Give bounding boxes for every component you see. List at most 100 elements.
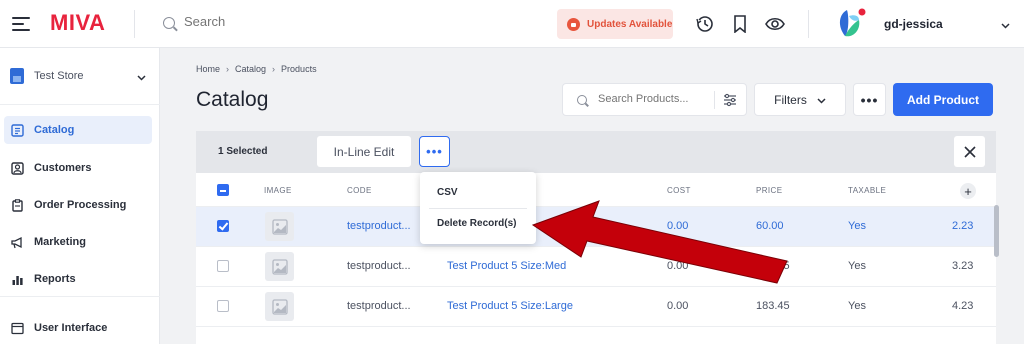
add-product-button[interactable]: Add Product [893,83,993,116]
sidebar-item-label: Catalog [34,124,75,136]
product-taxable: Yes [848,300,866,312]
sliders-icon[interactable] [723,93,737,110]
marketing-icon [11,236,22,248]
hamburger-menu-icon[interactable] [12,17,30,31]
image-placeholder-icon [265,292,294,321]
catalog-icon [11,123,24,137]
breadcrumb-catalog[interactable]: Catalog [235,64,266,74]
page-title: Catalog [196,88,269,111]
product-cost: 0.00 [667,300,689,312]
image-placeholder-icon [265,252,294,281]
menu-item-csv[interactable]: CSV [437,187,458,198]
breadcrumb-home[interactable]: Home [196,64,220,74]
product-name[interactable]: Test Product 5 Size:Med [447,260,566,272]
product-weight: 4.23 [952,300,974,312]
inline-edit-button[interactable]: In-Line Edit [317,136,411,167]
divider [0,296,160,297]
column-header-price[interactable]: PRICE [756,186,782,195]
chevron-right-icon: › [272,64,276,74]
table-header: IMAGE CODE COST PRICE TAXABLE + [196,173,996,206]
product-code[interactable]: testproduct... [347,220,411,232]
product-name[interactable]: Test Product 5 Size:Large [447,300,573,312]
store-name: Test Store [34,70,84,82]
preview-eye-icon[interactable] [765,14,785,34]
customers-icon [11,161,24,175]
lock-icon [567,17,580,31]
search-icon [577,95,587,105]
select-all-checkbox[interactable] [217,184,229,196]
table-row[interactable]: testproduct... Test Product 5 Size:Large… [196,286,996,326]
product-weight: 2.23 [952,220,974,232]
product-price: 183.45 [756,300,790,312]
product-taxable: Yes [848,220,866,232]
sidebar-item-customers[interactable]: Customers [4,154,152,182]
menu-item-delete-records[interactable]: Delete Record(s) [437,218,516,229]
product-cost: 0.00 [667,260,689,272]
search-icon [163,17,175,29]
column-header-code[interactable]: CODE [347,186,372,195]
product-code[interactable]: testproduct... [347,300,411,312]
chevron-right-icon: › [226,64,230,74]
breadcrumb-products: Products [281,64,317,74]
store-selector[interactable]: Test Store [10,66,150,86]
product-price: 60.00 [756,220,784,232]
avatar[interactable] [835,8,867,40]
row-checkbox[interactable] [217,260,229,272]
divider [0,104,160,105]
chevron-down-icon [817,93,826,107]
top-bar: MIVA Updates Available gd-jessica [0,0,1024,48]
sidebar-item-label: User Interface [34,322,108,334]
chevron-down-icon[interactable] [137,70,146,84]
table-row[interactable]: testproduct... 0.00 60.00 Yes 2.23 [196,206,996,246]
products-table: IMAGE CODE COST PRICE TAXABLE + testprod… [196,173,996,344]
selection-actions-menu: CSV Delete Record(s) [420,172,536,244]
selection-more-button[interactable]: ••• [419,136,450,167]
miva-logo: MIVA [50,10,106,35]
product-code[interactable]: testproduct... [347,260,411,272]
add-column-button[interactable]: + [960,183,976,199]
history-icon[interactable] [695,14,715,34]
column-header-taxable[interactable]: TAXABLE [848,186,886,195]
selected-count: 1 Selected [218,146,268,157]
sidebar-item-catalog[interactable]: Catalog [4,116,152,144]
product-weight: 3.23 [952,260,974,272]
sidebar-item-order-processing[interactable]: Order Processing [4,191,152,219]
row-checkbox[interactable] [217,220,229,232]
more-options-button[interactable]: ••• [853,83,886,116]
filters-label: Filters [774,92,807,107]
user-name[interactable]: gd-jessica [884,17,943,31]
sidebar-item-reports[interactable]: Reports [4,265,152,293]
sidebar-item-marketing[interactable]: Marketing [4,228,152,256]
product-search [562,83,747,116]
product-taxable: Yes [848,260,866,272]
sidebar-item-label: Order Processing [34,199,127,211]
updates-label: Updates Available [587,18,673,30]
close-icon [963,145,976,158]
chevron-down-icon[interactable] [1001,18,1010,32]
bookmark-icon[interactable] [730,14,750,34]
divider [714,91,715,109]
table-scrollbar[interactable] [994,205,999,257]
global-search-input[interactable] [184,14,484,29]
close-selection-button[interactable] [954,136,985,167]
order-processing-icon [12,198,23,212]
filters-button[interactable]: Filters [754,83,846,116]
sidebar-item-user-interface[interactable]: User Interface [4,314,152,342]
row-checkbox[interactable] [217,300,229,312]
table-row[interactable] [196,326,996,344]
column-header-image[interactable]: IMAGE [264,186,292,195]
image-placeholder-icon [265,212,294,241]
sidebar: Test Store Catalog Customers Order Proce… [0,48,160,344]
column-header-cost[interactable]: COST [667,186,691,195]
divider [808,10,809,38]
product-search-input[interactable] [598,93,703,105]
sidebar-item-label: Reports [34,273,76,285]
store-icon [10,68,24,84]
updates-available-button[interactable]: Updates Available [557,9,673,39]
sidebar-item-label: Marketing [34,236,86,248]
selection-bar: 1 Selected In-Line Edit ••• [196,131,996,173]
user-interface-icon [11,322,24,334]
product-cost: 0.00 [667,220,689,232]
product-price: 183.45 [756,260,790,272]
table-row[interactable]: testproduct... Test Product 5 Size:Med 0… [196,246,996,286]
